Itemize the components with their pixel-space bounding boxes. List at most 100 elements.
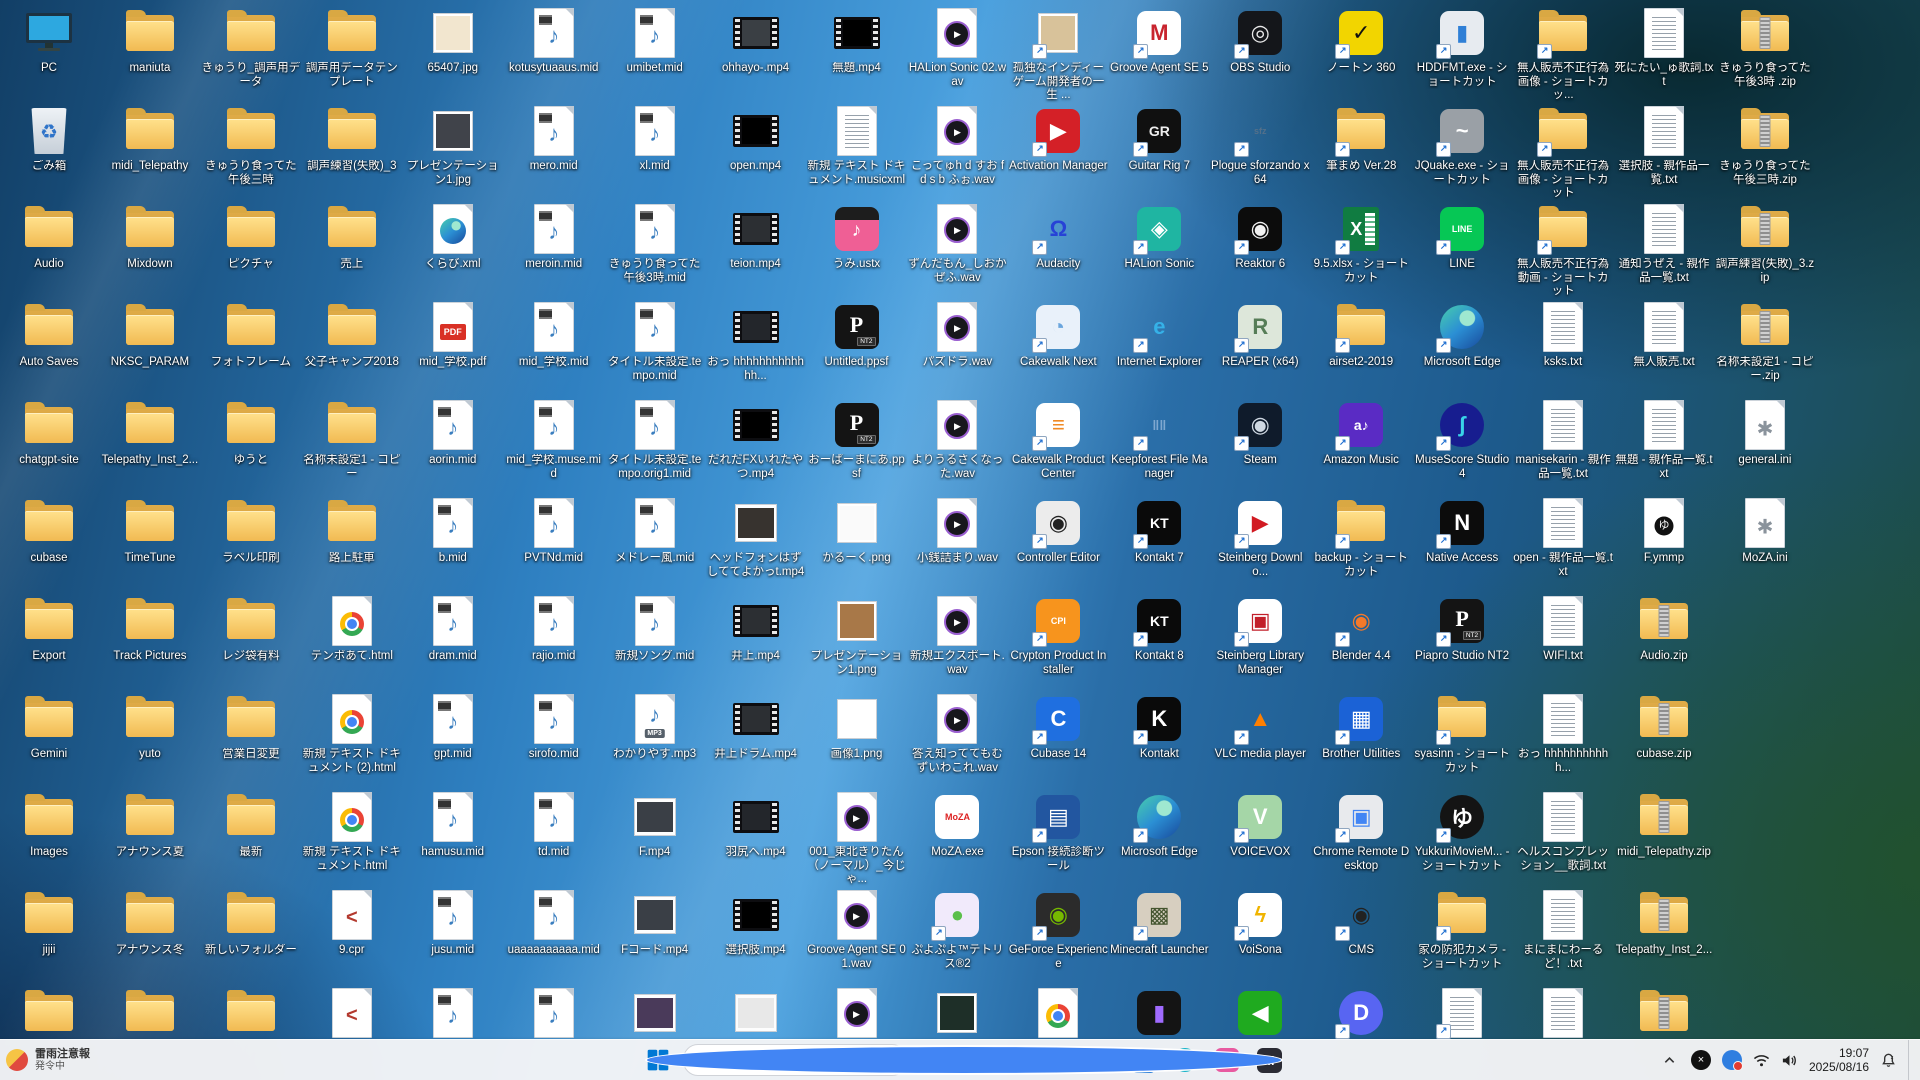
desktop-icon[interactable]: 井上.mp4 <box>706 596 806 664</box>
desktop-icon[interactable]: 65407.jpg <box>403 8 503 76</box>
desktop-icon[interactable]: ▶こってゅh d すお f d s b ふぉ.wav <box>907 106 1007 187</box>
desktop-icon[interactable]: ▮ <box>1109 988 1209 1038</box>
desktop-icon[interactable]: ♪PVTNd.mid <box>504 498 604 566</box>
desktop-icon[interactable] <box>201 988 301 1038</box>
desktop-icon[interactable]: NKSC_PARAM <box>100 302 200 370</box>
desktop-icon[interactable]: ▲↗VLC media player <box>1210 694 1310 762</box>
desktop-icon[interactable]: chatgpt-site <box>0 400 99 468</box>
desktop-icon[interactable]: LINE↗LINE <box>1412 204 1512 272</box>
desktop-icon[interactable] <box>1513 988 1613 1038</box>
desktop-icon[interactable]: Telepathy_Inst_2... <box>1614 890 1714 958</box>
desktop-icon[interactable]: e↗Internet Explorer <box>1109 302 1209 370</box>
desktop-icon[interactable]: ◔↗Cakewalk Next <box>1008 302 1108 370</box>
desktop-icon[interactable]: プレゼンテーション1.png <box>807 596 907 677</box>
desktop-icon[interactable]: R↗REAPER (x64) <box>1210 302 1310 370</box>
wifi-icon[interactable] <box>1753 1053 1770 1068</box>
desktop-icon[interactable]: ヘッドフォンはずしててよかっt.mp4 <box>706 498 806 579</box>
desktop-icon[interactable]: ↗backup - ショートカット <box>1311 498 1411 579</box>
desktop-icon[interactable]: yuto <box>100 694 200 762</box>
desktop-icon[interactable]: Mixdown <box>100 204 200 272</box>
desktop-icon[interactable]: ↗家の防犯カメラ - ショートカット <box>1412 890 1512 971</box>
desktop-icon[interactable]: まにまにわーるど！.txt <box>1513 890 1613 971</box>
taskbar-weather-widget[interactable]: 雷雨注意報 発令中 <box>6 1040 90 1080</box>
desktop-icon[interactable]: くらび.xml <box>403 204 503 272</box>
desktop-icon[interactable]: manisekarin - 親作品一覧.txt <box>1513 400 1613 481</box>
desktop-icon[interactable]: ◉↗Reaktor 6 <box>1210 204 1310 272</box>
desktop-icon[interactable]: 選択肢 - 親作品一覧.txt <box>1614 106 1714 187</box>
desktop-icon[interactable]: Images <box>0 792 99 860</box>
desktop-icon[interactable]: ◉↗Blender 4.4 <box>1311 596 1411 664</box>
desktop-icon[interactable]: プレゼンテーション1.jpg <box>403 106 503 187</box>
desktop-icon[interactable]: ゆF.ymmp <box>1614 498 1714 566</box>
desktop-icon[interactable]: C↗Cubase 14 <box>1008 694 1108 762</box>
desktop-icon[interactable]: N↗Native Access <box>1412 498 1512 566</box>
desktop-icon[interactable]: ▣↗Steinberg Library Manager <box>1210 596 1310 677</box>
desktop-icon[interactable]: PC <box>0 8 99 76</box>
desktop-icon[interactable]: 画像1.png <box>807 694 907 762</box>
desktop-icon[interactable]: ~↗JQuake.exe - ショートカット <box>1412 106 1512 187</box>
desktop-icon[interactable]: ♪ <box>504 988 604 1038</box>
desktop-icon[interactable] <box>1614 988 1714 1038</box>
desktop-icon[interactable]: ▣↗Chrome Remote Desktop <box>1311 792 1411 873</box>
desktop-icon[interactable]: ▩↗Minecraft Launcher <box>1109 890 1209 958</box>
desktop-icon[interactable]: ♪ <box>403 988 503 1038</box>
desktop-icon[interactable]: PDFmid_学校.pdf <box>403 302 503 370</box>
desktop-icon[interactable]: ↗無人販売不正行為画像 - ショートカッ... <box>1513 8 1613 103</box>
desktop-icon[interactable]: Ω↗Audacity <box>1008 204 1108 272</box>
desktop-icon[interactable]: アナウンス夏 <box>100 792 200 860</box>
desktop-icon[interactable]: Track Pictures <box>100 596 200 664</box>
desktop-icon[interactable]: 無題.mp4 <box>807 8 907 76</box>
desktop-icon[interactable]: ▶↗Activation Manager <box>1008 106 1108 174</box>
desktop-icon[interactable]: だれだFXいれたやつ.mp4 <box>706 400 806 481</box>
desktop-icon[interactable]: ▶001_東北きりたん（ノーマル）_今じゃ... <box>807 792 907 887</box>
notification-bell-icon[interactable]: z <box>1880 1052 1897 1069</box>
desktop-icon[interactable]: < <box>302 988 402 1038</box>
desktop-icon[interactable]: GR↗Guitar Rig 7 <box>1109 106 1209 174</box>
desktop-icon[interactable]: 売上 <box>302 204 402 272</box>
desktop-icon[interactable]: ◀ <box>1210 988 1310 1038</box>
desktop-icon[interactable]: ●↗ぷよぷよ™テトリス®2 <box>907 890 1007 971</box>
desktop-icon[interactable]: ピクチャ <box>201 204 301 272</box>
desktop-icon[interactable]: フォトフレーム <box>201 302 301 370</box>
desktop-icon[interactable]: WIFI.txt <box>1513 596 1613 664</box>
desktop-icon[interactable]: ▦↗Brother Utilities <box>1311 694 1411 762</box>
desktop-icon[interactable]: <9.cpr <box>302 890 402 958</box>
desktop-icon[interactable]: ↗筆まめ Ver.28 <box>1311 106 1411 174</box>
desktop-icon[interactable]: ksks.txt <box>1513 302 1613 370</box>
desktop-icon[interactable]: ♪hamusu.mid <box>403 792 503 860</box>
desktop-icon[interactable]: 死にたい_ゅ歌詞.txt <box>1614 8 1714 89</box>
desktop-icon[interactable]: ゆ↗YukkuriMovieM... - ショートカット <box>1412 792 1512 873</box>
volume-icon[interactable] <box>1781 1053 1798 1068</box>
desktop-icon[interactable]: ♪mero.mid <box>504 106 604 174</box>
desktop-icon[interactable]: ▶パズドラ.wav <box>907 302 1007 370</box>
tray-x-app-icon[interactable]: × <box>1691 1050 1711 1070</box>
desktop-icon[interactable]: 父子キャンプ2018 <box>302 302 402 370</box>
desktop-icon[interactable]: midi_Telepathy.zip <box>1614 792 1714 860</box>
desktop-icon[interactable]: 通知うぜえ - 親作品一覧.txt <box>1614 204 1714 285</box>
desktop-icon[interactable]: 新規 テキスト ドキュメント (2).html <box>302 694 402 775</box>
desktop-icon[interactable]: ♪タイトル未設定.tempo.orig1.mid <box>605 400 705 481</box>
desktop-icon[interactable]: ↗無人販売不正行為画像 - ショートカット <box>1513 106 1613 201</box>
desktop-icon[interactable]: open - 親作品一覧.txt <box>1513 498 1613 579</box>
desktop-icon[interactable]: Fコード.mp4 <box>605 890 705 958</box>
desktop-icon[interactable] <box>907 988 1007 1038</box>
desktop-icon[interactable]: 路上駐車 <box>302 498 402 566</box>
desktop-icon[interactable]: 新規 テキスト ドキュメント.musicxml <box>807 106 907 187</box>
desktop-icon[interactable]: おっ hhhhhhhhhhhhh... <box>706 302 806 383</box>
desktop-icon[interactable]: ✱general.ini <box>1715 400 1815 468</box>
desktop-icon[interactable]: D↗ <box>1311 988 1411 1038</box>
desktop-icon[interactable]: ϟ↗VoiSona <box>1210 890 1310 958</box>
desktop-icon[interactable]: ↗Microsoft Edge <box>1109 792 1209 860</box>
desktop-icon[interactable]: ♻ごみ箱 <box>0 106 99 174</box>
desktop-icon[interactable]: ♪mid_学校.mid <box>504 302 604 370</box>
desktop-icon[interactable]: Auto Saves <box>0 302 99 370</box>
desktop-icon[interactable]: ↗Microsoft Edge <box>1412 302 1512 370</box>
desktop-icon[interactable] <box>100 988 200 1038</box>
desktop-icon[interactable]: ▶ずんだもん_しおかぜふ.wav <box>907 204 1007 285</box>
desktop-icon[interactable]: 無題 - 親作品一覧.txt <box>1614 400 1714 481</box>
desktop-icon[interactable]: ♪rajio.mid <box>504 596 604 664</box>
show-desktop-button[interactable] <box>1908 1040 1914 1080</box>
desktop-icon[interactable]: 無人販売.txt <box>1614 302 1714 370</box>
desktop-icon[interactable]: teion.mp4 <box>706 204 806 272</box>
desktop-icon[interactable]: CPI↗Crypton Product Installer <box>1008 596 1108 677</box>
